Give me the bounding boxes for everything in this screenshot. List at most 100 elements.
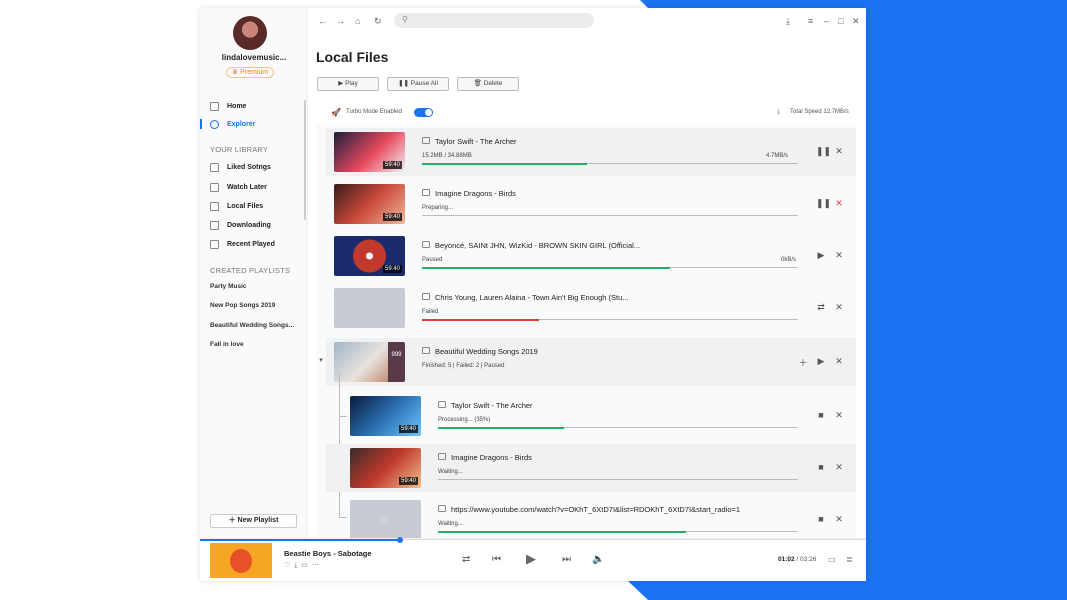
video-icon	[422, 347, 430, 354]
lyrics-icon[interactable]: ▭	[828, 555, 836, 564]
seek-bar[interactable]	[200, 537, 866, 543]
repeat-icon[interactable]: ⇄	[462, 554, 470, 565]
collapse-icon[interactable]: ▾	[316, 356, 326, 364]
close-icon[interactable]: ✕	[834, 514, 844, 525]
sidebar-item-downloading[interactable]: Downloading	[210, 219, 271, 231]
album-art[interactable]	[210, 543, 272, 578]
task-status: Waiting...	[438, 521, 463, 527]
close-icon[interactable]: ✕	[834, 356, 844, 367]
turbo-toggle[interactable]	[414, 108, 433, 117]
heart-icon	[210, 162, 219, 172]
heart-icon[interactable]: ♡	[284, 562, 290, 569]
close-icon[interactable]: ✕	[852, 16, 860, 27]
next-icon[interactable]: ⏭	[562, 554, 571, 565]
download-row[interactable]: 59:40 Beyoncé, SAINt JHN, WizKid - BROWN…	[326, 232, 856, 280]
task-status: Paused	[422, 257, 443, 263]
download-list: 59:40 Taylor Swift - The Archer 15.2MB /…	[316, 124, 856, 538]
more-icon[interactable]: ⋯	[312, 562, 319, 569]
sidebar-item-watch-later[interactable]: Watch Later	[210, 181, 267, 193]
playlist-item[interactable]: Party Music	[210, 283, 247, 290]
stop-icon[interactable]: ■	[816, 410, 826, 420]
add-icon[interactable]: ＋	[798, 356, 808, 369]
progress-bar	[438, 479, 798, 480]
menu-icon[interactable]: ≡	[808, 16, 813, 26]
speed-icon: ⤓	[777, 108, 781, 115]
refresh-icon[interactable]: ↻	[374, 16, 382, 27]
play-button[interactable]: ▶ Play	[317, 77, 379, 91]
pause-icon[interactable]: ❚❚	[816, 198, 831, 209]
globe-icon	[210, 119, 219, 129]
playlist-item[interactable]: Beautiful Wedding Songs...	[210, 322, 294, 329]
total-speed: Total Speed 12.7MB/s	[790, 109, 849, 115]
group-item-row[interactable]: 59:40 Imagine Dragons - Birds Waiting...…	[326, 444, 856, 492]
avatar[interactable]	[233, 16, 267, 50]
sidebar-item-recent[interactable]: Recent Played	[210, 238, 275, 250]
nav-home[interactable]: Home	[210, 100, 246, 112]
download-icon	[210, 220, 219, 230]
close-icon[interactable]: ✕	[834, 198, 844, 209]
resume-icon[interactable]: ▶	[816, 250, 826, 261]
close-icon[interactable]: ✕	[834, 410, 844, 421]
app-window: lindalovemusic... ♛ Premium Home Explore…	[200, 8, 866, 581]
progress-bar	[438, 426, 798, 429]
previous-icon[interactable]: ⏮	[492, 554, 501, 565]
play-label: Play	[345, 80, 358, 87]
task-status: Waiting...	[438, 469, 463, 475]
sidebar-item-local-files[interactable]: Local Files	[210, 200, 263, 212]
sidebar-item-liked[interactable]: Liked Sotngs	[210, 161, 271, 173]
queue-icon[interactable]: ≣	[846, 555, 853, 564]
background-accent-right	[866, 0, 1067, 600]
download-tray-icon[interactable]: ⤓	[786, 16, 790, 27]
search-input[interactable]: ⚲	[394, 13, 594, 28]
stop-icon[interactable]: ■	[816, 462, 826, 472]
download-row[interactable]: 59:40 Imagine Dragons - Birds Preparing.…	[326, 180, 856, 228]
thumbnail-placeholder	[334, 288, 405, 328]
home-nav-icon[interactable]: ⌂	[355, 16, 360, 26]
forward-icon[interactable]: →	[336, 16, 345, 26]
stop-icon[interactable]: ■	[816, 514, 826, 524]
premium-badge[interactable]: ♛ Premium	[226, 67, 274, 78]
play-icon[interactable]: ▶	[526, 551, 536, 567]
video-icon[interactable]: ▭	[301, 562, 308, 569]
pause-all-button[interactable]: ❚❚ Pause All	[387, 77, 449, 91]
progress-fill	[422, 318, 539, 321]
seek-fill	[200, 539, 400, 541]
download-icon[interactable]: ⤓	[294, 562, 297, 569]
resume-icon[interactable]: ▶	[816, 356, 826, 367]
maximize-icon[interactable]: □	[838, 16, 843, 26]
new-playlist-button[interactable]: ＋ New Playlist	[210, 514, 297, 528]
thumbnail: 59:40	[334, 236, 405, 276]
clock-icon	[210, 182, 219, 192]
playlist-item[interactable]: New Pop Songs 2019	[210, 302, 275, 309]
nav-explorer[interactable]: Explorer	[210, 118, 255, 130]
active-indicator	[200, 119, 202, 129]
sidebar-scrollbar[interactable]	[304, 100, 306, 220]
video-icon	[438, 505, 446, 512]
pause-icon[interactable]: ❚❚	[816, 146, 831, 157]
close-icon[interactable]: ✕	[834, 250, 844, 261]
thumbnail-loading: ◌	[350, 500, 421, 538]
now-playing-title: Beastie Boys - Sabotage	[284, 549, 372, 558]
seek-handle[interactable]	[396, 537, 403, 543]
group-row[interactable]: ▾ 999 Beautiful Wedding Songs 2019 Finis…	[319, 338, 856, 386]
back-icon[interactable]: ←	[318, 16, 327, 26]
group-item-row[interactable]: ◌ https://www.youtube.com/watch?v=OKhT_6…	[342, 496, 856, 538]
close-icon[interactable]: ✕	[834, 462, 844, 473]
sidebar-item-label: Liked Sotngs	[227, 163, 271, 171]
playlist-count: 999	[388, 342, 405, 382]
retry-icon[interactable]: ⇄	[816, 302, 826, 313]
download-row[interactable]: Chris Young, Lauren Alaina - Town Ain't …	[326, 284, 856, 332]
library-heading: YOUR LIBRARY	[210, 145, 269, 154]
minimize-icon[interactable]: –	[824, 16, 829, 26]
download-row[interactable]: 59:40 Taylor Swift - The Archer 15.2MB /…	[326, 128, 856, 176]
delete-button[interactable]: 🗑 Delete	[457, 77, 519, 91]
task-title: Chris Young, Lauren Alaina - Town Ain't …	[435, 293, 629, 302]
close-icon[interactable]: ✕	[834, 146, 844, 157]
playlist-item[interactable]: Fall in love	[210, 341, 244, 348]
group-item-row[interactable]: 59:40 Taylor Swift - The Archer Processi…	[342, 392, 856, 440]
duration: 59:40	[398, 477, 418, 485]
close-icon[interactable]: ✕	[834, 302, 844, 313]
volume-icon[interactable]: 🔈	[592, 554, 604, 565]
history-icon	[210, 239, 219, 249]
task-rate: 0kB/s	[781, 257, 797, 263]
